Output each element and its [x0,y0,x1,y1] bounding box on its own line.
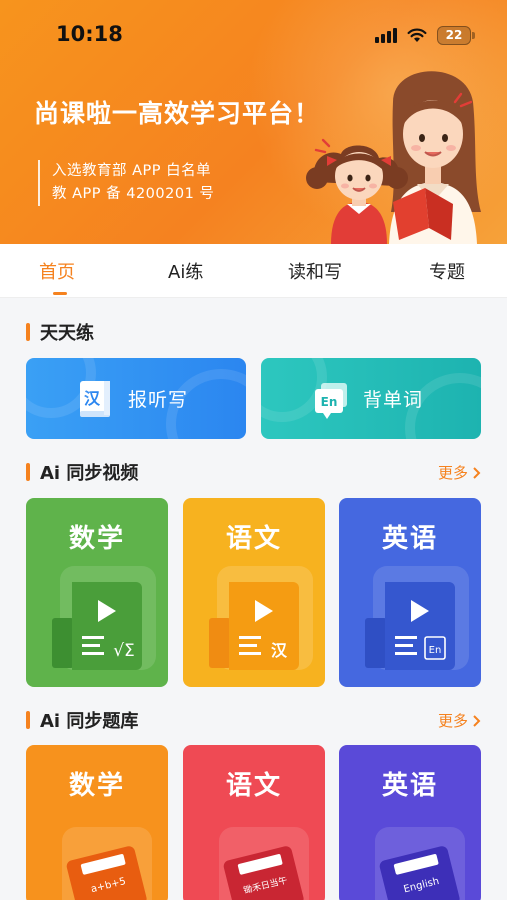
card-decoration [166,369,246,439]
question-card-chinese[interactable]: 锄禾日当午 语文 [183,745,325,900]
subject-title: 语文 [225,524,282,554]
cellular-signal-icon [375,27,397,43]
subject-title: 英语 [381,771,438,801]
tab-read-write[interactable]: 读和写 [288,258,342,284]
mother-daughter-reading-illustration [306,71,481,244]
battery-level: 22 [445,28,463,42]
subject-title: 数学 [68,771,125,801]
subject-badge: √Σ [113,641,135,661]
subject-badge: 汉 [271,641,288,660]
wifi-icon [407,28,427,42]
sync-video-header: Ai 同步视频 [26,461,139,484]
battery-icon: 22 [437,25,475,45]
banner-sub-line: 教 APP 备 4200201 号 [52,186,215,202]
tab-topics[interactable]: 专题 [429,258,465,284]
vocabulary-card[interactable]: En 背单词 [261,358,481,439]
video-card-chinese[interactable]: 汉 语文 [183,498,325,687]
main-tab-bar: 首页 Ai练 读和写 专题 [0,244,507,298]
daily-practice-header: 天天练 [26,321,94,344]
header-banner[interactable]: 10:18 22 尚课啦一高效学习平台！ 入选教育部 APP 白名单 教 APP… [0,0,507,244]
more-label: 更多 [437,464,468,482]
tab-home[interactable]: 首页 [39,258,75,284]
subject-title: 语文 [225,771,282,801]
video-card-english[interactable]: En 英语 [339,498,481,687]
card-decoration [405,373,481,439]
section-title: 天天练 [40,323,94,344]
dictation-card[interactable]: 汉 报听写 [26,358,246,439]
video-card-math[interactable]: √Σ 数学 [26,498,168,687]
more-label: 更多 [437,712,468,730]
chevron-right-icon [473,714,481,727]
section-accent-bar [26,463,30,481]
status-icons: 22 [375,24,475,46]
subject-badge: En [429,645,442,656]
active-tab-indicator [53,292,67,295]
section-accent-bar [26,711,30,729]
section-title: Ai 同步视频 [40,463,139,484]
section-title: Ai 同步题库 [40,711,139,732]
section-accent-bar [26,323,30,341]
status-time: 10:18 [56,22,123,46]
question-card-math[interactable]: a+b+5 数学 [26,745,168,900]
banner-subtitle: 入选教育部 APP 白名单 教 APP 备 4200201 号 [38,160,214,206]
banner-sub-line: 入选教育部 APP 白名单 [52,163,212,179]
question-card-english[interactable]: English 英语 [339,745,481,900]
sync-questions-more-link[interactable]: 更多 [438,710,481,731]
icon-glyph: En [321,395,338,409]
sync-video-more-link[interactable]: 更多 [438,462,481,483]
subject-title: 英语 [381,524,438,554]
banner-title: 尚课啦一高效学习平台！ [34,99,321,128]
chevron-right-icon [473,466,481,479]
tab-ai-practice[interactable]: Ai练 [168,258,203,284]
sync-questions-header: Ai 同步题库 [26,709,139,732]
subject-title: 数学 [68,524,125,554]
